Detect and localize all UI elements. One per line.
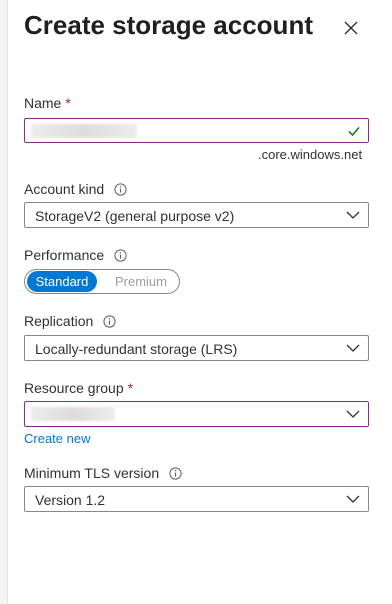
tls-value: Version 1.2 [35, 492, 106, 508]
name-label-text: Name [24, 95, 62, 111]
redacted-value [31, 407, 115, 421]
info-icon[interactable] [114, 182, 127, 196]
panel-left-edge [0, 0, 8, 604]
info-icon[interactable] [169, 466, 182, 480]
required-asterisk: * [65, 95, 71, 111]
resource-group-dropdown[interactable] [24, 401, 369, 427]
redacted-value [31, 124, 137, 138]
chevron-down-icon [346, 211, 360, 219]
chevron-down-icon [346, 410, 360, 418]
tls-dropdown[interactable]: Version 1.2 [24, 486, 369, 512]
tls-label: Minimum TLS version [24, 465, 182, 481]
performance-toggle[interactable]: Standard Premium [24, 269, 180, 294]
account-kind-dropdown[interactable]: StorageV2 (general purpose v2) [24, 202, 369, 228]
info-icon[interactable] [114, 248, 127, 262]
panel-title: Create storage account [24, 10, 313, 40]
replication-label: Replication [24, 313, 116, 329]
resource-group-label: Resource group * [24, 380, 133, 396]
performance-option-premium[interactable]: Premium [105, 271, 177, 292]
performance-option-standard[interactable]: Standard [27, 271, 97, 292]
required-asterisk: * [127, 380, 134, 396]
checkmark-icon [348, 127, 360, 137]
info-icon[interactable] [103, 314, 116, 328]
name-label: Name * [24, 95, 71, 111]
chevron-down-icon [346, 495, 360, 503]
tls-label-text: Minimum TLS version [24, 465, 160, 481]
create-new-link[interactable]: Create new [24, 431, 90, 446]
resource-group-label-text: Resource group [24, 380, 124, 396]
account-kind-label: Account kind [24, 181, 127, 197]
replication-dropdown[interactable]: Locally-redundant storage (LRS) [24, 335, 369, 361]
replication-label-text: Replication [24, 313, 94, 329]
name-suffix: .core.windows.net [258, 147, 363, 162]
close-button[interactable] [340, 17, 362, 39]
replication-value: Locally-redundant storage (LRS) [35, 341, 238, 357]
account-kind-value: StorageV2 (general purpose v2) [35, 208, 235, 224]
performance-label-text: Performance [24, 247, 105, 263]
account-kind-label-text: Account kind [24, 181, 105, 197]
performance-label: Performance [24, 247, 127, 263]
close-icon [344, 21, 358, 35]
name-input[interactable] [24, 118, 369, 143]
chevron-down-icon [346, 344, 360, 352]
